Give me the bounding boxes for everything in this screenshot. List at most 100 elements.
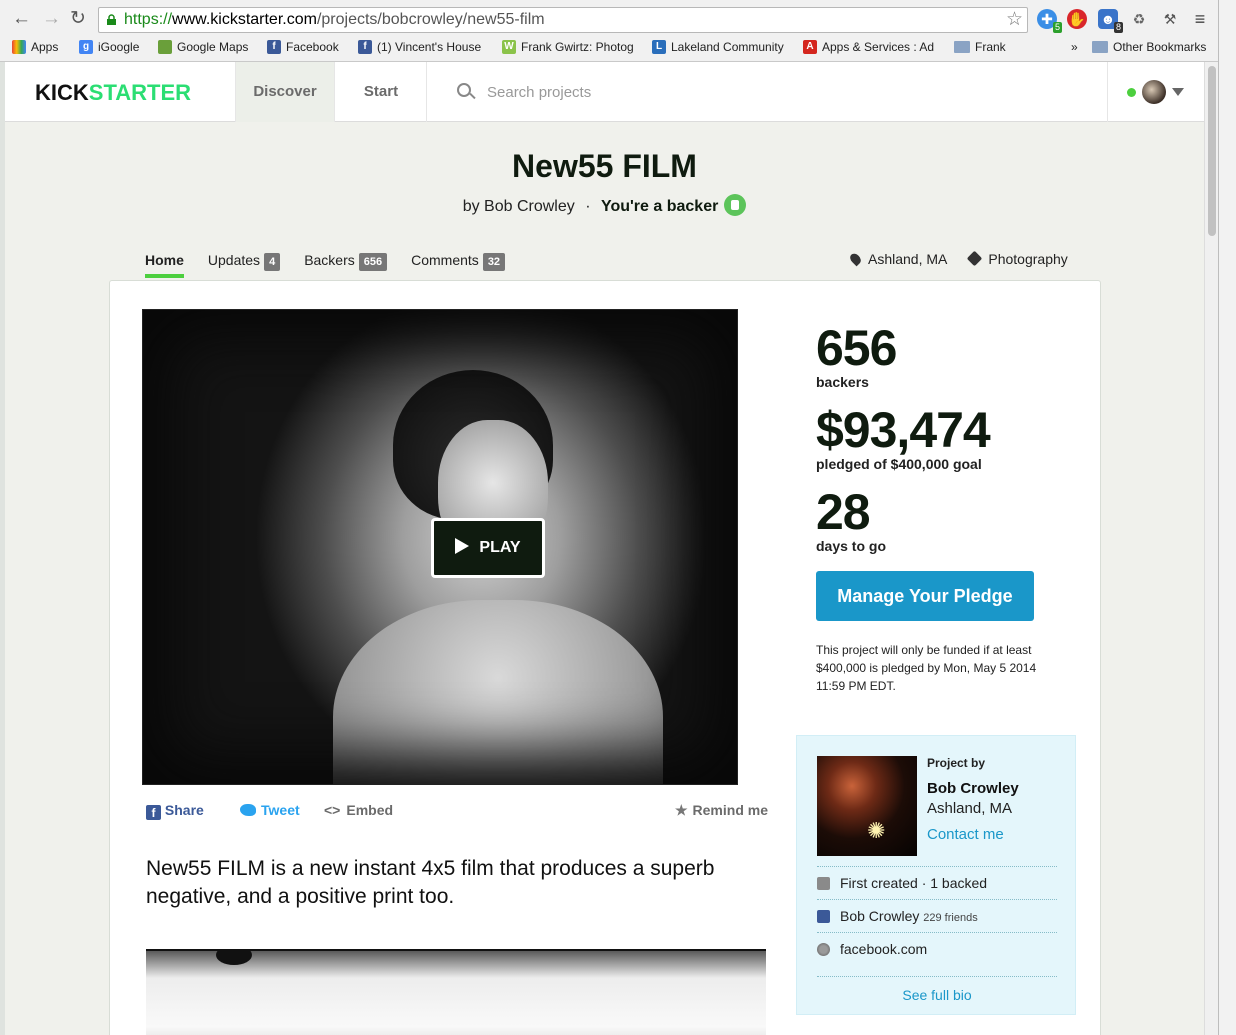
creator-facebook[interactable]: Bob Crowley 229 friends (817, 899, 1057, 932)
user-menu[interactable] (1127, 80, 1184, 104)
address-bar[interactable]: https://www.kickstarter.com/projects/bob… (98, 7, 1028, 33)
backer-badge-icon (724, 194, 747, 216)
embed-button[interactable]: <> Embed (324, 799, 393, 821)
forward-icon[interactable]: → (42, 9, 61, 29)
see-full-bio-link[interactable]: See full bio (817, 976, 1057, 1013)
manage-pledge-button[interactable]: Manage Your Pledge (816, 571, 1034, 621)
tweet-button[interactable]: Tweet (240, 799, 300, 821)
avatar (1142, 80, 1166, 104)
menu-icon[interactable]: ≡ (1190, 9, 1210, 29)
backer-status: You're a backer (600, 198, 719, 216)
creator-name[interactable]: Bob Crowley (927, 780, 1019, 797)
scrollbar-thumb[interactable] (1208, 66, 1216, 236)
bookmark-google-maps[interactable]: Google Maps (158, 38, 248, 56)
bookmark-label: Frank (975, 40, 1006, 54)
bookmark-label: Frank Gwirtz: Photog (521, 40, 634, 54)
reload-icon[interactable]: ↻ (70, 9, 86, 29)
recycle-icon[interactable]: ♻ (1129, 9, 1149, 29)
creator-website[interactable]: facebook.com (817, 932, 1057, 965)
tab-updates[interactable]: Updates 4 (207, 248, 281, 278)
lock-icon (107, 14, 116, 25)
project-video[interactable]: PLAY (142, 309, 738, 785)
days-remaining: 28 (816, 484, 871, 540)
location-label: Ashland, MA (868, 251, 948, 267)
bookmark-label: (1) Vincent's House (377, 40, 482, 54)
lakeland-icon: L (652, 40, 666, 54)
tab-backers[interactable]: Backers 656 (304, 248, 388, 278)
back-icon[interactable]: ← (12, 9, 31, 29)
tab-label: Updates (207, 252, 261, 268)
count-badge: 32 (482, 253, 506, 271)
wrench-icon[interactable]: ⚒ (1160, 9, 1180, 29)
adblock-icon[interactable]: ✋ (1067, 9, 1087, 29)
tab-comments[interactable]: Comments 32 (411, 248, 506, 278)
url-host: www.kickstarter.com (172, 11, 317, 28)
funding-note: This project will only be funded if at l… (816, 643, 1037, 693)
project-tabs: Home Updates 4 Backers 656 Comments 32 (145, 248, 529, 278)
creator-photo[interactable]: ✺ (817, 756, 917, 856)
bookmark-apps[interactable]: Apps (12, 38, 58, 56)
extension-globe-icon[interactable]: ✚ 5 (1037, 9, 1062, 33)
share-button[interactable]: f Share (146, 799, 204, 821)
folder-icon (1092, 41, 1108, 53)
facebook-icon: f (267, 40, 281, 54)
nav-start[interactable]: Start (334, 62, 427, 122)
bookmark-adobe[interactable]: A Apps & Services : Ad (803, 38, 934, 56)
page-scrollbar[interactable] (1204, 62, 1218, 1035)
folder-icon (954, 41, 970, 53)
nav-discover[interactable]: Discover (235, 62, 334, 122)
bookmark-label: iGoogle (98, 40, 140, 54)
ghostery-icon[interactable]: ☻ 8 (1098, 9, 1123, 33)
project-by-heading: Project by (927, 756, 986, 770)
category-link[interactable]: Photography (967, 250, 1068, 267)
bookmark-frank-gwirtz[interactable]: W Frank Gwirtz: Photog (502, 38, 634, 56)
logo-part-starter: STARTER (88, 80, 192, 105)
count-badge: 656 (358, 253, 388, 271)
project-byline: by Bob Crowley · You're a backer (5, 194, 1204, 218)
contact-me-link[interactable]: Contact me (927, 826, 1004, 843)
extension-badge: 5 (1052, 22, 1062, 33)
bookmarks-overflow[interactable]: » (1071, 38, 1078, 56)
creator-box: ✺ Project by Bob Crowley Ashland, MA Con… (796, 735, 1076, 1015)
adobe-icon: A (803, 40, 817, 54)
bookmark-other[interactable]: Other Bookmarks (1092, 38, 1206, 56)
project-description-image (146, 949, 766, 1035)
twitter-bird-icon (240, 804, 256, 816)
tag-icon (967, 250, 983, 267)
google-icon: g (79, 40, 93, 54)
kickstarter-logo[interactable]: KICKSTARTER (35, 80, 191, 106)
bookmark-star-icon[interactable]: ☆ (1006, 8, 1023, 32)
play-icon (455, 538, 470, 554)
bookmark-igoogle[interactable]: g iGoogle (79, 38, 139, 56)
background-window-edge (1218, 0, 1236, 1035)
bookmark-lakeland[interactable]: L Lakeland Community (652, 38, 784, 56)
search-input[interactable] (487, 80, 987, 104)
tweet-label: Tweet (261, 802, 300, 818)
url-protocol: https:// (124, 11, 173, 28)
days-label: days to go (816, 538, 887, 554)
sparkler-icon: ✺ (867, 818, 886, 843)
tab-home[interactable]: Home (145, 248, 184, 278)
project-title: New55 FILM (512, 148, 697, 184)
pledged-amount: $93,474 (816, 402, 991, 458)
location-link[interactable]: Ashland, MA (848, 251, 948, 267)
browser-toolbar: ← → ↻ https://www.kickstarter.com/projec… (0, 0, 1218, 62)
bookmark-folder-frank[interactable]: Frank (954, 38, 1006, 56)
backers-label: backers (816, 374, 869, 390)
play-button[interactable]: PLAY (431, 518, 545, 578)
site-header: KICKSTARTER Discover Start (5, 62, 1204, 122)
facebook-icon (817, 910, 830, 923)
remind-me-button[interactable]: ★ Remind me (675, 799, 768, 821)
extension-badge: 8 (1113, 22, 1123, 33)
backers-count: 656 (816, 320, 897, 376)
play-label: PLAY (479, 539, 521, 556)
bookmark-vincents-house[interactable]: f (1) Vincent's House (358, 38, 481, 56)
creator-location: Ashland, MA (927, 800, 1013, 817)
embed-label: Embed (346, 802, 394, 818)
logo-part-kick: KICK (35, 80, 89, 105)
bookmark-facebook[interactable]: f Facebook (267, 38, 339, 56)
facebook-name: Bob Crowley (840, 908, 920, 924)
tab-label: Backers (304, 252, 355, 268)
creator-link[interactable]: by Bob Crowley (463, 198, 575, 215)
w-icon: W (502, 40, 516, 54)
